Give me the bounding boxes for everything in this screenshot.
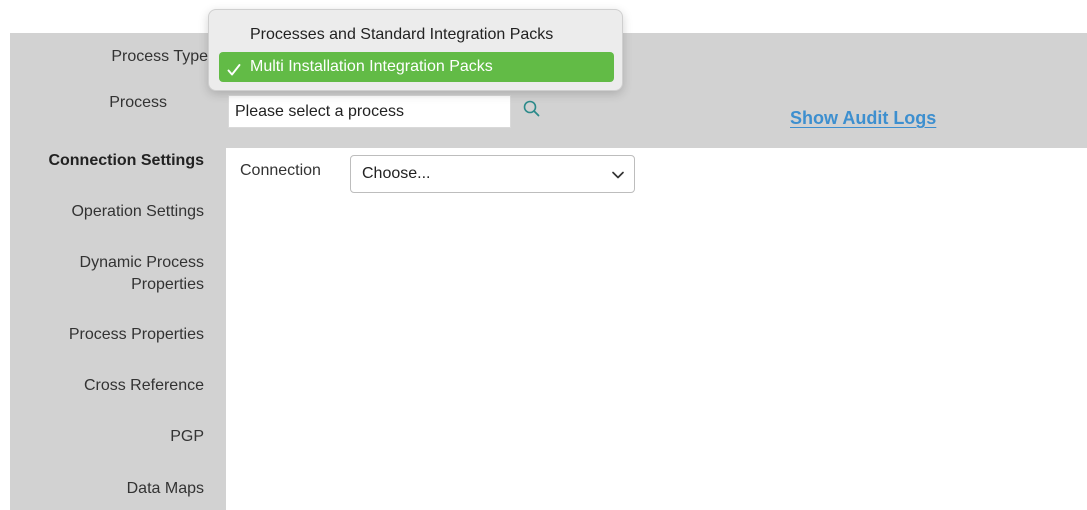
sidebar-item-process-properties[interactable]: Process Properties: [14, 324, 204, 346]
page: Process Type Process Show Audit Logs Con…: [0, 0, 1087, 510]
dropdown-option-multi-installation[interactable]: Multi Installation Integration Packs: [219, 52, 614, 82]
sidebar-item-connection-settings[interactable]: Connection Settings: [14, 150, 204, 172]
connection-select[interactable]: Choose...: [350, 155, 635, 193]
process-label: Process: [109, 94, 167, 111]
sidebar-item-cross-reference[interactable]: Cross Reference: [14, 375, 204, 397]
dropdown-option-standard[interactable]: Processes and Standard Integration Packs: [219, 20, 614, 50]
process-input[interactable]: [228, 95, 511, 128]
dropdown-option-label: Multi Installation Integration Packs: [250, 58, 493, 75]
search-icon[interactable]: [522, 99, 542, 119]
process-type-dropdown-menu: Processes and Standard Integration Packs…: [208, 9, 623, 91]
sidebar-item-operation-settings[interactable]: Operation Settings: [14, 201, 204, 223]
connection-label: Connection: [240, 162, 321, 179]
connection-select-value: Choose...: [362, 165, 431, 182]
show-audit-logs-link[interactable]: Show Audit Logs: [790, 108, 936, 129]
sidebar-item-pgp[interactable]: PGP: [14, 426, 204, 448]
sidebar-item-dynamic-process-properties[interactable]: Dynamic Process Properties: [14, 252, 204, 296]
process-type-label: Process Type: [111, 48, 208, 65]
chevron-down-icon: [610, 167, 626, 183]
check-icon: [226, 59, 242, 76]
sidebar-item-data-maps[interactable]: Data Maps: [14, 478, 204, 500]
dropdown-option-label: Processes and Standard Integration Packs: [250, 26, 554, 43]
